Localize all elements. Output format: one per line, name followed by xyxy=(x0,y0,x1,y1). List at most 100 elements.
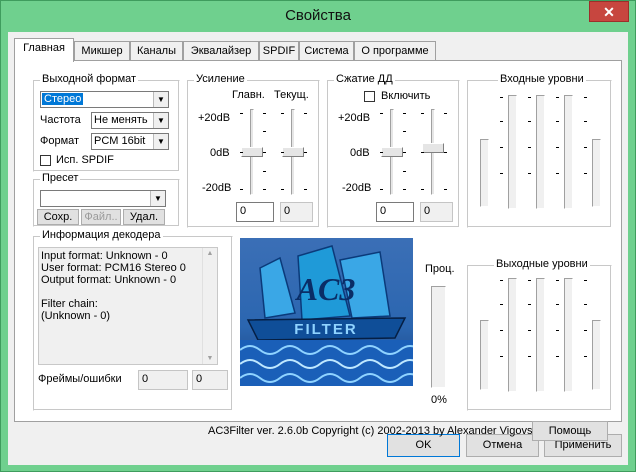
gain-current-input: 0 xyxy=(280,202,313,222)
drc-enable-checkbox[interactable] xyxy=(364,91,375,102)
tick-mark xyxy=(403,152,406,153)
logo-text: AC3 xyxy=(295,271,356,307)
level-meter xyxy=(508,95,517,209)
tick-mark xyxy=(500,121,503,122)
chevron-down-icon[interactable]: ▼ xyxy=(153,92,168,107)
tick-mark xyxy=(444,152,447,153)
tab-main[interactable]: Главная xyxy=(14,38,74,62)
level-meter xyxy=(508,278,517,392)
tab-panel-main: Выходной формат Стерео ▼ Частота Не меня… xyxy=(14,60,622,441)
tick-mark xyxy=(528,97,531,98)
tick-mark xyxy=(444,113,447,114)
output-format-value: Стерео xyxy=(42,93,84,105)
drc-group: Сжатие ДД Включить +20dB 0dB -20dB 0 0 xyxy=(327,73,460,228)
level-meter xyxy=(536,95,545,209)
level-meter xyxy=(564,95,573,209)
tick-mark xyxy=(556,280,559,281)
spdif-checkbox[interactable] xyxy=(40,155,51,166)
tick-mark xyxy=(556,97,559,98)
window-title: Свойства xyxy=(285,7,351,24)
tick-mark xyxy=(263,131,266,132)
preset-delete-button[interactable]: Удал. xyxy=(123,209,165,225)
decoder-info-scrollbar[interactable]: ▲ ▼ xyxy=(202,248,217,364)
tab-mixer[interactable]: Микшер xyxy=(74,41,130,61)
tick-mark xyxy=(500,147,503,148)
tick-mark xyxy=(528,147,531,148)
gain-main-input[interactable]: 0 xyxy=(236,202,274,222)
gain-group: Усиление Главн. Текущ. +20dB 0dB -20dB 0… xyxy=(187,73,320,228)
cancel-button[interactable]: Отмена xyxy=(466,434,539,457)
sample-format-value: PCM 16bit xyxy=(94,135,146,147)
decoder-info-textbox[interactable]: Input format: Unknown - 0 User format: P… xyxy=(38,247,218,365)
tab-spdif[interactable]: SPDIF xyxy=(259,41,299,61)
preset-file-button[interactable]: Файл.. xyxy=(81,209,121,225)
tick-mark xyxy=(240,152,243,153)
tick-mark xyxy=(584,147,587,148)
drc-main-input[interactable]: 0 xyxy=(376,202,414,222)
tick-mark xyxy=(528,280,531,281)
tick-mark xyxy=(528,330,531,331)
drc-scale-bottom: -20dB xyxy=(342,182,372,194)
ok-button[interactable]: OK xyxy=(387,434,460,457)
level-meter xyxy=(536,278,545,392)
tick-mark xyxy=(403,171,406,172)
tick-mark xyxy=(281,113,284,114)
gain-current-label: Текущ. xyxy=(274,89,309,101)
scroll-up-icon[interactable]: ▲ xyxy=(203,250,217,257)
chevron-down-icon[interactable]: ▼ xyxy=(153,113,168,128)
drc-enable-label: Включить xyxy=(381,90,431,102)
gain-current-slider-thumb[interactable] xyxy=(282,147,304,157)
tab-system[interactable]: Система xyxy=(299,41,354,61)
tab-equalizer[interactable]: Эквалайзер xyxy=(183,41,259,61)
chevron-down-icon[interactable]: ▼ xyxy=(150,191,165,206)
gain-main-slider-thumb[interactable] xyxy=(241,147,263,157)
chevron-down-icon[interactable]: ▼ xyxy=(153,134,168,149)
output-format-select[interactable]: Стерео ▼ xyxy=(40,91,169,108)
tick-mark xyxy=(556,173,559,174)
tick-mark xyxy=(421,113,424,114)
gain-main-label: Главн. xyxy=(232,89,265,101)
help-button[interactable]: Помощь xyxy=(532,421,608,441)
cpu-meter xyxy=(431,286,446,388)
tick-mark xyxy=(263,171,266,172)
tick-mark xyxy=(528,173,531,174)
title-bar[interactable]: Свойства ✕ xyxy=(1,1,635,32)
preset-select[interactable]: ▼ xyxy=(40,190,166,207)
tick-mark xyxy=(500,356,503,357)
tick-mark xyxy=(263,152,266,153)
gain-scale-top: +20dB xyxy=(198,112,231,124)
frequency-label: Частота xyxy=(40,114,81,126)
close-button[interactable]: ✕ xyxy=(589,1,629,22)
errors-field: 0 xyxy=(192,370,228,390)
output-levels-group-label: Выходные уровни xyxy=(494,258,590,270)
tick-mark xyxy=(584,280,587,281)
drc-scale-mid: 0dB xyxy=(350,147,370,159)
drc-group-label: Сжатие ДД xyxy=(334,73,395,85)
format-label: Формат xyxy=(40,135,80,147)
sample-format-select[interactable]: PCM 16bit ▼ xyxy=(91,133,169,150)
drc-current-input: 0 xyxy=(420,202,453,222)
tick-mark xyxy=(380,189,383,190)
tab-channels[interactable]: Каналы xyxy=(130,41,183,61)
preset-save-button[interactable]: Сохр. xyxy=(37,209,79,225)
frequency-value: Не менять xyxy=(94,114,148,126)
tick-mark xyxy=(584,97,587,98)
tick-mark xyxy=(444,189,447,190)
tick-mark xyxy=(584,304,587,305)
tab-about[interactable]: О программе xyxy=(354,41,436,61)
drc-current-slider-thumb[interactable] xyxy=(422,143,444,153)
tick-mark xyxy=(263,189,266,190)
scroll-down-icon[interactable]: ▼ xyxy=(203,355,217,362)
drc-main-slider-thumb[interactable] xyxy=(381,147,403,157)
gain-scale-mid: 0dB xyxy=(210,147,230,159)
frequency-select[interactable]: Не менять ▼ xyxy=(91,112,169,129)
frames-errors-label: Фреймы/ошибки xyxy=(38,373,122,385)
ac3filter-logo: AC3 FILTER xyxy=(240,238,413,386)
tick-mark xyxy=(584,121,587,122)
gain-group-label: Усиление xyxy=(194,73,247,85)
frames-field: 0 xyxy=(138,370,188,390)
cpu-value: 0% xyxy=(431,394,447,406)
gain-scale-bottom: -20dB xyxy=(202,182,232,194)
tick-mark xyxy=(556,330,559,331)
dialog-client: Главная Микшер Каналы Эквалайзер SPDIF С… xyxy=(8,32,628,465)
